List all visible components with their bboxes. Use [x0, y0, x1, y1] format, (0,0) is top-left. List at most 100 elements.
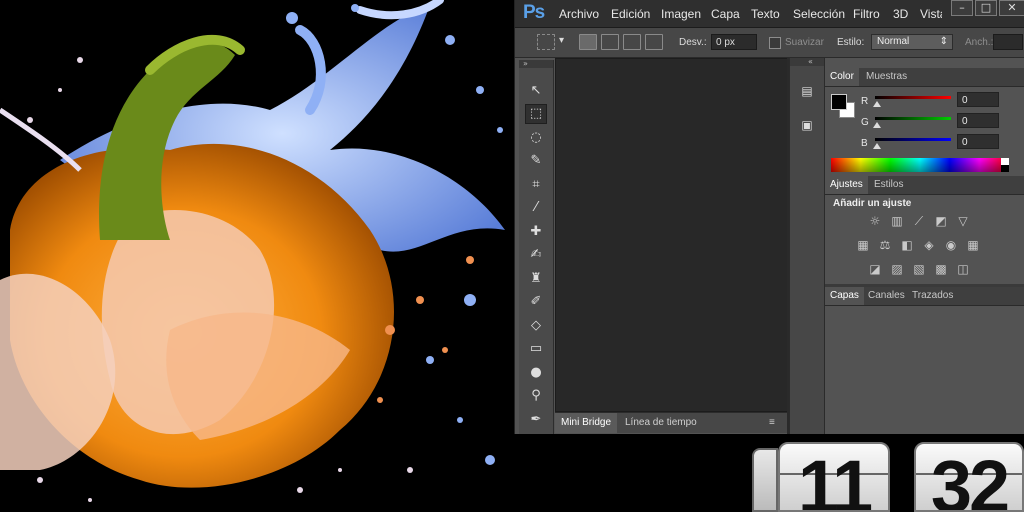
- subtract-selection-icon[interactable]: [623, 34, 641, 50]
- menu-capa[interactable]: Capa: [711, 7, 740, 21]
- photoshop-logo: Ps: [523, 2, 545, 23]
- document-canvas[interactable]: [555, 58, 789, 412]
- style-select[interactable]: Normal ⇕: [871, 34, 953, 50]
- curves-icon[interactable]: ⟋: [911, 214, 927, 228]
- healing-brush-tool[interactable]: ✚: [525, 221, 547, 241]
- gradient-map-icon[interactable]: ▩: [933, 262, 949, 276]
- blur-tool[interactable]: ●: [525, 362, 547, 382]
- adjustments-heading: Añadir un ajuste: [833, 198, 912, 209]
- history-brush-tool[interactable]: ✐: [525, 292, 547, 312]
- clock-hours: 11: [778, 442, 890, 512]
- marquee-tool[interactable]: ⬚: [525, 103, 547, 124]
- width-input[interactable]: [993, 34, 1023, 50]
- history-icon[interactable]: ▤: [798, 82, 816, 100]
- style-label: Estilo:: [837, 37, 865, 48]
- menu-archivo[interactable]: Archivo: [559, 7, 599, 21]
- slider-track-g[interactable]: [875, 117, 951, 120]
- feather-label: Desv.:: [679, 37, 707, 48]
- menu-vista[interactable]: Vista: [920, 7, 942, 21]
- tab-timeline[interactable]: Línea de tiempo: [619, 413, 703, 433]
- channel-label-g: G: [861, 117, 869, 128]
- dropdown-arrow-icon[interactable]: ▾: [559, 35, 564, 46]
- exposure-icon[interactable]: ◩: [933, 214, 949, 228]
- white-swatch[interactable]: [1001, 158, 1009, 165]
- slider-handle-r[interactable]: [873, 101, 881, 107]
- channel-value-g[interactable]: 0: [957, 113, 999, 128]
- adjustments-panel-tabs: Ajustes Estilos: [825, 176, 1024, 195]
- eyedropper-tool[interactable]: ⁄: [525, 198, 547, 218]
- color-spectrum-bar[interactable]: [831, 158, 1009, 172]
- clock-side-panel: [752, 448, 778, 512]
- new-selection-icon[interactable]: [579, 34, 597, 50]
- tab-swatches[interactable]: Muestras: [861, 68, 912, 86]
- posterize-icon[interactable]: ▨: [889, 262, 905, 276]
- quick-selection-tool[interactable]: ✎: [525, 151, 547, 171]
- dock-collapse-icon[interactable]: «: [790, 58, 824, 66]
- black-white-icon[interactable]: ◧: [899, 238, 915, 252]
- right-panels: Color Muestras R 0 G 0 B 0 Ajustes Estil…: [825, 58, 1024, 434]
- feather-input[interactable]: 0 px: [711, 34, 757, 50]
- width-label: Anch.:: [965, 37, 994, 48]
- threshold-icon[interactable]: ▧: [911, 262, 927, 276]
- slider-handle-b[interactable]: [873, 143, 881, 149]
- photoshop-window: Ps Archivo Edición Imagen Capa Texto Sel…: [514, 0, 1024, 434]
- layers-list[interactable]: [825, 306, 1024, 434]
- menu-imagen[interactable]: Imagen: [661, 7, 701, 21]
- tab-channels[interactable]: Canales: [863, 287, 910, 305]
- move-tool[interactable]: ↖: [525, 80, 547, 100]
- panel-menu-icon[interactable]: ≡: [769, 413, 775, 433]
- slider-track-r[interactable]: [875, 96, 951, 99]
- vibrance-icon[interactable]: ▽: [955, 214, 971, 228]
- channel-label-r: R: [861, 96, 869, 107]
- invert-icon[interactable]: ◪: [867, 262, 883, 276]
- smooth-checkbox[interactable]: [769, 37, 781, 49]
- dodge-tool[interactable]: ⚲: [525, 386, 547, 406]
- style-value: Normal: [877, 36, 910, 47]
- tab-layers[interactable]: Capas: [825, 287, 864, 305]
- hue-saturation-icon[interactable]: ▦: [855, 238, 871, 252]
- intersect-selection-icon[interactable]: [645, 34, 663, 50]
- crop-tool[interactable]: ⌗: [525, 174, 547, 194]
- foreground-color-swatch[interactable]: [831, 94, 847, 110]
- menu-seleccion[interactable]: Selección: [793, 7, 845, 21]
- selective-color-icon[interactable]: ◫: [955, 262, 971, 276]
- menu-texto[interactable]: Texto: [751, 7, 780, 21]
- toolbox: » ↖ ⬚ ◌ ✎ ⌗ ⁄ ✚ ✍ ♜ ✐ ◇ ▭ ● ⚲ ✒: [519, 60, 554, 434]
- pen-tool[interactable]: ✒: [525, 409, 547, 429]
- tab-adjustments[interactable]: Ajustes: [825, 176, 868, 194]
- toolbox-collapse-icon[interactable]: »: [519, 60, 553, 68]
- channel-mixer-icon[interactable]: ◉: [943, 238, 959, 252]
- brush-tool[interactable]: ✍: [525, 245, 547, 265]
- menu-edicion[interactable]: Edición: [611, 7, 650, 21]
- tab-mini-bridge[interactable]: Mini Bridge: [555, 413, 618, 433]
- menu-3d[interactable]: 3D: [893, 7, 908, 21]
- channel-value-r[interactable]: 0: [957, 92, 999, 107]
- brightness-icon[interactable]: ☼: [867, 214, 883, 228]
- tab-color[interactable]: Color: [825, 68, 859, 86]
- color-balance-icon[interactable]: ⚖: [877, 238, 893, 252]
- slider-track-b[interactable]: [875, 138, 951, 141]
- color-lookup-icon[interactable]: ▦: [965, 238, 981, 252]
- tab-paths[interactable]: Trazados: [907, 287, 958, 305]
- clone-stamp-tool[interactable]: ♜: [525, 268, 547, 288]
- photo-filter-icon[interactable]: ◈: [921, 238, 937, 252]
- eraser-tool[interactable]: ◇: [525, 315, 547, 335]
- lasso-tool[interactable]: ◌: [525, 127, 547, 147]
- menu-filtro[interactable]: Filtro: [853, 7, 880, 21]
- gradient-tool[interactable]: ▭: [525, 339, 547, 359]
- slider-handle-g[interactable]: [873, 122, 881, 128]
- properties-icon[interactable]: ▣: [798, 116, 816, 134]
- marquee-preset-icon[interactable]: [537, 34, 555, 50]
- add-selection-icon[interactable]: [601, 34, 619, 50]
- channel-value-b[interactable]: 0: [957, 134, 999, 149]
- layers-panel-tabs: Capas Canales Trazados: [825, 287, 1024, 306]
- panel-dock-strip: « ▤ ▣: [789, 58, 825, 434]
- options-bar: ▾ Desv.: 0 px Suavizar Estilo: Normal ⇕ …: [515, 28, 1024, 58]
- tab-styles[interactable]: Estilos: [869, 176, 908, 194]
- maximize-button[interactable]: □: [975, 0, 997, 16]
- close-button[interactable]: ✕: [999, 0, 1024, 16]
- minimize-button[interactable]: –: [951, 0, 973, 16]
- black-swatch[interactable]: [1001, 165, 1009, 172]
- levels-icon[interactable]: ▥: [889, 214, 905, 228]
- clock-minutes: 32: [914, 442, 1024, 512]
